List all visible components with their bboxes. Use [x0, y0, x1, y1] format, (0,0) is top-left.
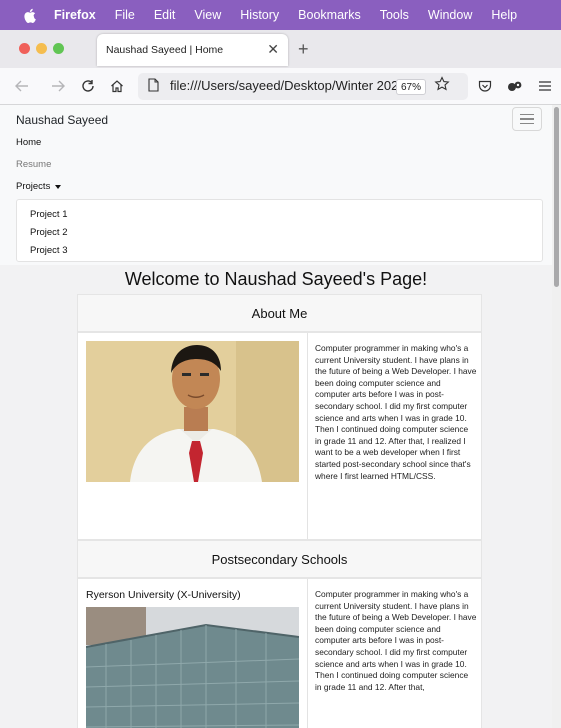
back-icon[interactable]	[12, 76, 32, 96]
menu-bookmarks[interactable]: Bookmarks	[298, 8, 361, 22]
column-divider	[307, 333, 308, 539]
apple-icon[interactable]	[22, 8, 36, 23]
new-tab-icon[interactable]: +	[298, 39, 309, 60]
dropdown-item-project-2[interactable]: Project 2	[30, 227, 68, 238]
tab-strip: Naushad Sayeed | Home ✕ +	[0, 30, 561, 68]
about-card: Computer programmer in making who's a cu…	[77, 332, 482, 540]
profile-photo	[86, 341, 299, 482]
toggler-bar	[520, 122, 534, 125]
zoom-window-button[interactable]	[53, 43, 64, 54]
close-tab-icon[interactable]: ✕	[267, 41, 279, 58]
tab-title: Naushad Sayeed | Home	[106, 44, 224, 56]
about-text: Computer programmer in making who's a cu…	[315, 343, 477, 481]
page-scrollbar[interactable]	[552, 105, 561, 728]
url-text: file:///Users/sayeed/Desktop/Winter 202	[170, 78, 398, 93]
menu-help[interactable]: Help	[491, 8, 517, 22]
tab-home[interactable]: Naushad Sayeed | Home ✕	[97, 34, 288, 66]
navbar-toggler-button[interactable]	[512, 107, 542, 131]
pocket-icon[interactable]	[475, 76, 495, 96]
menu-tools[interactable]: Tools	[380, 8, 409, 22]
bookmark-star-icon[interactable]	[434, 76, 450, 97]
page-icon	[148, 78, 159, 97]
toggler-bar	[520, 113, 534, 116]
home-icon[interactable]	[107, 76, 127, 96]
postsecondary-text: Computer programmer in making who's a cu…	[315, 589, 477, 692]
menu-view[interactable]: View	[194, 8, 221, 22]
page-heading: Welcome to Naushad Sayeed's Page!	[124, 269, 428, 289]
postsecondary-card-header: Postsecondary Schools	[77, 540, 482, 578]
caret-down-icon	[55, 184, 62, 189]
postsecondary-title: Postsecondary Schools	[211, 551, 348, 567]
close-window-button[interactable]	[19, 43, 30, 54]
reload-icon[interactable]	[78, 76, 98, 96]
projects-label: Projects	[16, 181, 51, 192]
dropdown-item-project-3[interactable]: Project 3	[30, 245, 68, 256]
nav-toolbar: file:///Users/sayeed/Desktop/Winter 202 …	[0, 68, 561, 105]
web-page: Naushad Sayeed Home Resume Projects Proj…	[0, 105, 552, 728]
menu-firefox[interactable]: Firefox	[54, 8, 96, 22]
university-building-photo	[86, 607, 299, 728]
menu-bar: Firefox File Edit View History Bookmarks…	[0, 0, 561, 30]
nav-dropdown-projects[interactable]: Projects	[16, 181, 62, 192]
menu-history[interactable]: History	[240, 8, 279, 22]
about-title: About Me	[251, 305, 308, 321]
site-brand[interactable]: Naushad Sayeed	[16, 113, 108, 127]
menu-hamburger-icon[interactable]	[535, 76, 555, 96]
menu-file[interactable]: File	[115, 8, 135, 22]
minimize-window-button[interactable]	[36, 43, 47, 54]
about-card-header: About Me	[77, 294, 482, 332]
extensions-icon[interactable]	[505, 76, 525, 96]
postsecondary-card: Ryerson University (X-University) Comput…	[77, 578, 482, 728]
menu-edit[interactable]: Edit	[154, 8, 176, 22]
school-name: Ryerson University (X-University)	[86, 589, 241, 601]
zoom-badge[interactable]: 67%	[396, 79, 426, 95]
url-bar[interactable]: file:///Users/sayeed/Desktop/Winter 202 …	[138, 73, 468, 100]
menu-window[interactable]: Window	[428, 8, 472, 22]
site-navbar: Naushad Sayeed Home Resume Projects Proj…	[0, 105, 552, 265]
toggler-bar	[520, 118, 534, 120]
nav-link-home[interactable]: Home	[16, 137, 41, 148]
nav-link-resume[interactable]: Resume	[16, 159, 51, 170]
forward-icon[interactable]	[48, 76, 68, 96]
projects-dropdown-menu: Project 1 Project 2 Project 3	[16, 199, 543, 262]
scrollbar-thumb[interactable]	[554, 107, 559, 287]
dropdown-item-project-1[interactable]: Project 1	[30, 209, 68, 220]
screen: Firefox File Edit View History Bookmarks…	[0, 0, 561, 728]
column-divider	[307, 579, 308, 728]
